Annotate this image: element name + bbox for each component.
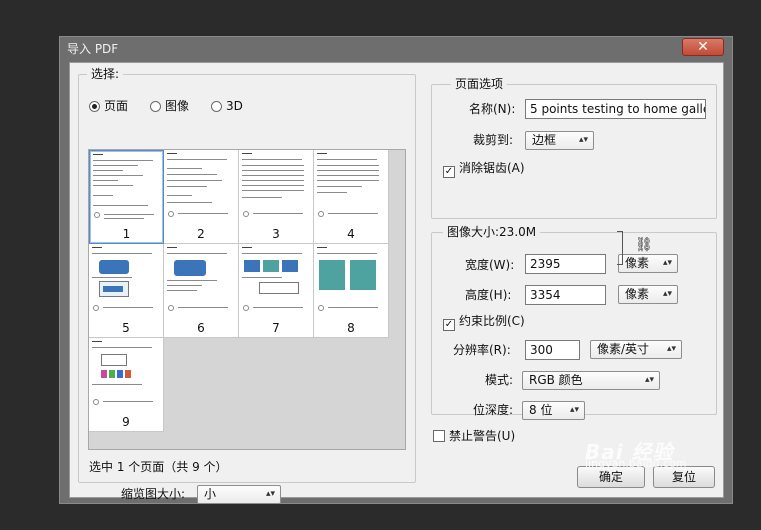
mode-select[interactable]: RGB 颜色 ▴▾ [522, 371, 660, 390]
page-thumbnail-9[interactable]: 9 [89, 338, 164, 432]
height-field[interactable]: 3354 [525, 285, 606, 305]
constrain-proportions-checkbox[interactable]: ✓ 约束比例(C) [443, 313, 525, 331]
constrain-link-bracket [617, 231, 623, 265]
width-field[interactable]: 2395 [525, 254, 606, 274]
page-number: 9 [122, 415, 130, 429]
radio-3d-label: 3D [226, 99, 243, 113]
dialog-title: 导入 PDF [67, 42, 119, 56]
mode-label: 模式: [485, 373, 514, 387]
height-unit-select[interactable]: 像素 ▴▾ [618, 285, 678, 304]
page-thumbnail-3[interactable]: 3 [239, 150, 314, 244]
width-label: 宽度(W): [465, 258, 515, 272]
thumbnail-size-label: 缩览图大小: [121, 487, 186, 501]
suppress-warnings-checkbox[interactable]: 禁止警告(U) [433, 428, 515, 444]
page-thumbnail-6[interactable]: 6 [164, 244, 239, 338]
radio-page-label: 页面 [104, 99, 129, 113]
constrain-check-indicator[interactable]: ✓ [443, 319, 455, 331]
image-size-legend: 图像大小:23.0M [443, 225, 541, 239]
radio-3d[interactable]: 3D [211, 98, 243, 114]
chevron-down-icon: ▴▾ [644, 375, 654, 385]
radio-image-indicator[interactable] [150, 101, 161, 112]
suppress-warnings-check-indicator[interactable] [433, 430, 445, 442]
chevron-down-icon: ▴▾ [662, 289, 672, 299]
page-number: 3 [272, 227, 280, 241]
chevron-down-icon: ▴▾ [666, 344, 676, 354]
watermark-url: jingyan.baidu.com [585, 457, 687, 470]
page-number: 8 [347, 321, 355, 335]
bit-depth-label: 位深度: [473, 403, 514, 417]
height-unit-value: 像素 [625, 287, 650, 301]
import-pdf-dialog: 导入 PDF ✕ 选择: 页面 图像 3D 1 2 3 4 5 6 7 8 9 … [59, 36, 733, 504]
page-thumbnail-7[interactable]: 7 [239, 244, 314, 338]
mode-value: RGB 颜色 [529, 373, 583, 387]
chain-link-icon: ⛓ [635, 237, 653, 253]
baidu-watermark: Bai 经验 jingyan.baidu.com [585, 442, 735, 486]
page-thumbnail-4[interactable]: 4 [314, 150, 389, 244]
height-label: 高度(H): [465, 288, 512, 302]
bit-depth-value: 8 位 [529, 403, 553, 417]
close-icon: ✕ [697, 39, 709, 55]
suppress-warnings-label: 禁止警告(U) [449, 429, 516, 443]
page-number: 4 [347, 227, 355, 241]
radio-image[interactable]: 图像 [150, 98, 189, 114]
page-thumbnail-5[interactable]: 5 [89, 244, 164, 338]
page-options-legend: 页面选项 [451, 77, 508, 91]
crop-value: 边框 [532, 133, 557, 147]
chevron-down-icon: ▴▾ [265, 489, 275, 499]
name-label: 名称(N): [469, 102, 516, 116]
page-number: 1 [122, 227, 131, 241]
radio-image-label: 图像 [165, 99, 190, 113]
resolution-unit-select[interactable]: 像素/英寸 ▴▾ [590, 340, 682, 359]
antialias-checkbox[interactable]: ✓ 消除锯齿(A) [443, 160, 525, 178]
thumbnail-size-value: 小 [204, 487, 217, 501]
thumbnail-grid[interactable]: 1 2 3 4 5 6 7 8 9 [88, 149, 406, 450]
page-thumbnail-8[interactable]: 8 [314, 244, 389, 338]
radio-3d-indicator[interactable] [211, 101, 222, 112]
resolution-label: 分辨率(R): [453, 343, 511, 357]
width-unit-value: 像素 [625, 256, 650, 270]
crop-select[interactable]: 边框 ▴▾ [525, 131, 594, 150]
antialias-label: 消除锯齿(A) [459, 161, 525, 175]
name-field[interactable]: 5 points testing to home gallery [525, 99, 706, 119]
chevron-down-icon: ▴▾ [569, 405, 579, 415]
dialog-client-area: 选择: 页面 图像 3D 1 2 3 4 5 6 7 8 9 选中 1 个页面（… [69, 62, 724, 504]
page-number: 5 [122, 321, 130, 335]
page-number: 6 [197, 321, 205, 335]
width-unit-select[interactable]: 像素 ▴▾ [618, 254, 678, 273]
page-thumbnail-2[interactable]: 2 [164, 150, 239, 244]
radio-page-indicator[interactable] [89, 101, 100, 112]
page-number: 7 [272, 321, 280, 335]
chevron-down-icon: ▴▾ [662, 258, 672, 268]
crop-label: 裁剪到: [473, 133, 514, 147]
resolution-field[interactable]: 300 [525, 340, 580, 360]
page-number: 2 [197, 227, 205, 241]
page-thumbnail-1[interactable]: 1 [89, 150, 164, 244]
thumbnail-size-select[interactable]: 小 ▴▾ [197, 485, 281, 504]
antialias-check-indicator[interactable]: ✓ [443, 166, 455, 178]
resolution-unit-value: 像素/英寸 [597, 342, 650, 356]
select-group-legend: 选择: [87, 67, 124, 81]
constrain-label: 约束比例(C) [459, 314, 525, 328]
radio-page[interactable]: 页面 [89, 98, 128, 114]
close-button[interactable]: ✕ [682, 38, 724, 56]
selection-status: 选中 1 个页面（共 9 个） [89, 460, 228, 474]
bit-depth-select[interactable]: 8 位 ▴▾ [522, 401, 585, 420]
chevron-down-icon: ▴▾ [578, 135, 588, 145]
